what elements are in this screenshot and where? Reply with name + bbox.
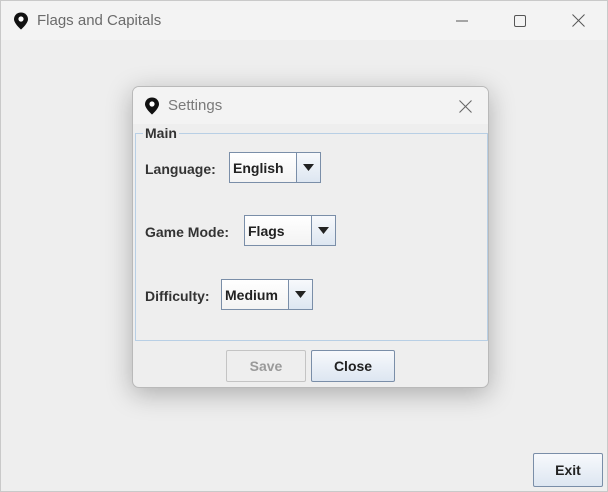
dialog-title: Settings	[168, 97, 223, 114]
game-mode-value: Flags	[245, 216, 311, 245]
window-title: Flags and Capitals	[37, 12, 162, 29]
language-combo[interactable]: English	[229, 152, 321, 183]
game-mode-combo[interactable]: Flags	[244, 215, 336, 246]
window-close-button[interactable]	[549, 1, 607, 40]
save-button[interactable]: Save	[226, 350, 306, 382]
dropdown-arrow-button[interactable]	[311, 216, 335, 245]
location-pin-icon	[144, 97, 160, 115]
chevron-down-icon	[295, 291, 306, 298]
difficulty-combo[interactable]: Medium	[221, 279, 313, 310]
main-titlebar: Flags and Capitals	[1, 1, 607, 40]
game-mode-label: Game Mode:	[145, 224, 230, 240]
location-pin-icon	[13, 12, 29, 30]
settings-dialog: Settings Main Language: English Game Mod…	[132, 86, 489, 388]
difficulty-value: Medium	[222, 280, 288, 309]
language-value: English	[230, 153, 296, 182]
language-label: Language:	[145, 161, 216, 177]
maximize-icon	[514, 14, 526, 27]
main-settings-group: Main Language: English Game Mode: Flags …	[135, 125, 488, 341]
dropdown-arrow-button[interactable]	[288, 280, 312, 309]
dialog-close-button[interactable]	[450, 91, 480, 121]
close-icon	[571, 14, 585, 27]
dropdown-arrow-button[interactable]	[296, 153, 320, 182]
minimize-icon	[456, 20, 468, 21]
close-icon	[458, 99, 472, 113]
difficulty-label: Difficulty:	[145, 288, 210, 304]
close-button[interactable]: Close	[311, 350, 395, 382]
chevron-down-icon	[303, 164, 314, 171]
chevron-down-icon	[318, 227, 329, 234]
dialog-titlebar: Settings	[133, 87, 488, 124]
group-title: Main	[143, 125, 179, 141]
minimize-button[interactable]	[433, 1, 491, 40]
window-controls	[433, 1, 607, 40]
exit-button[interactable]: Exit	[533, 453, 603, 487]
maximize-button[interactable]	[491, 1, 549, 40]
